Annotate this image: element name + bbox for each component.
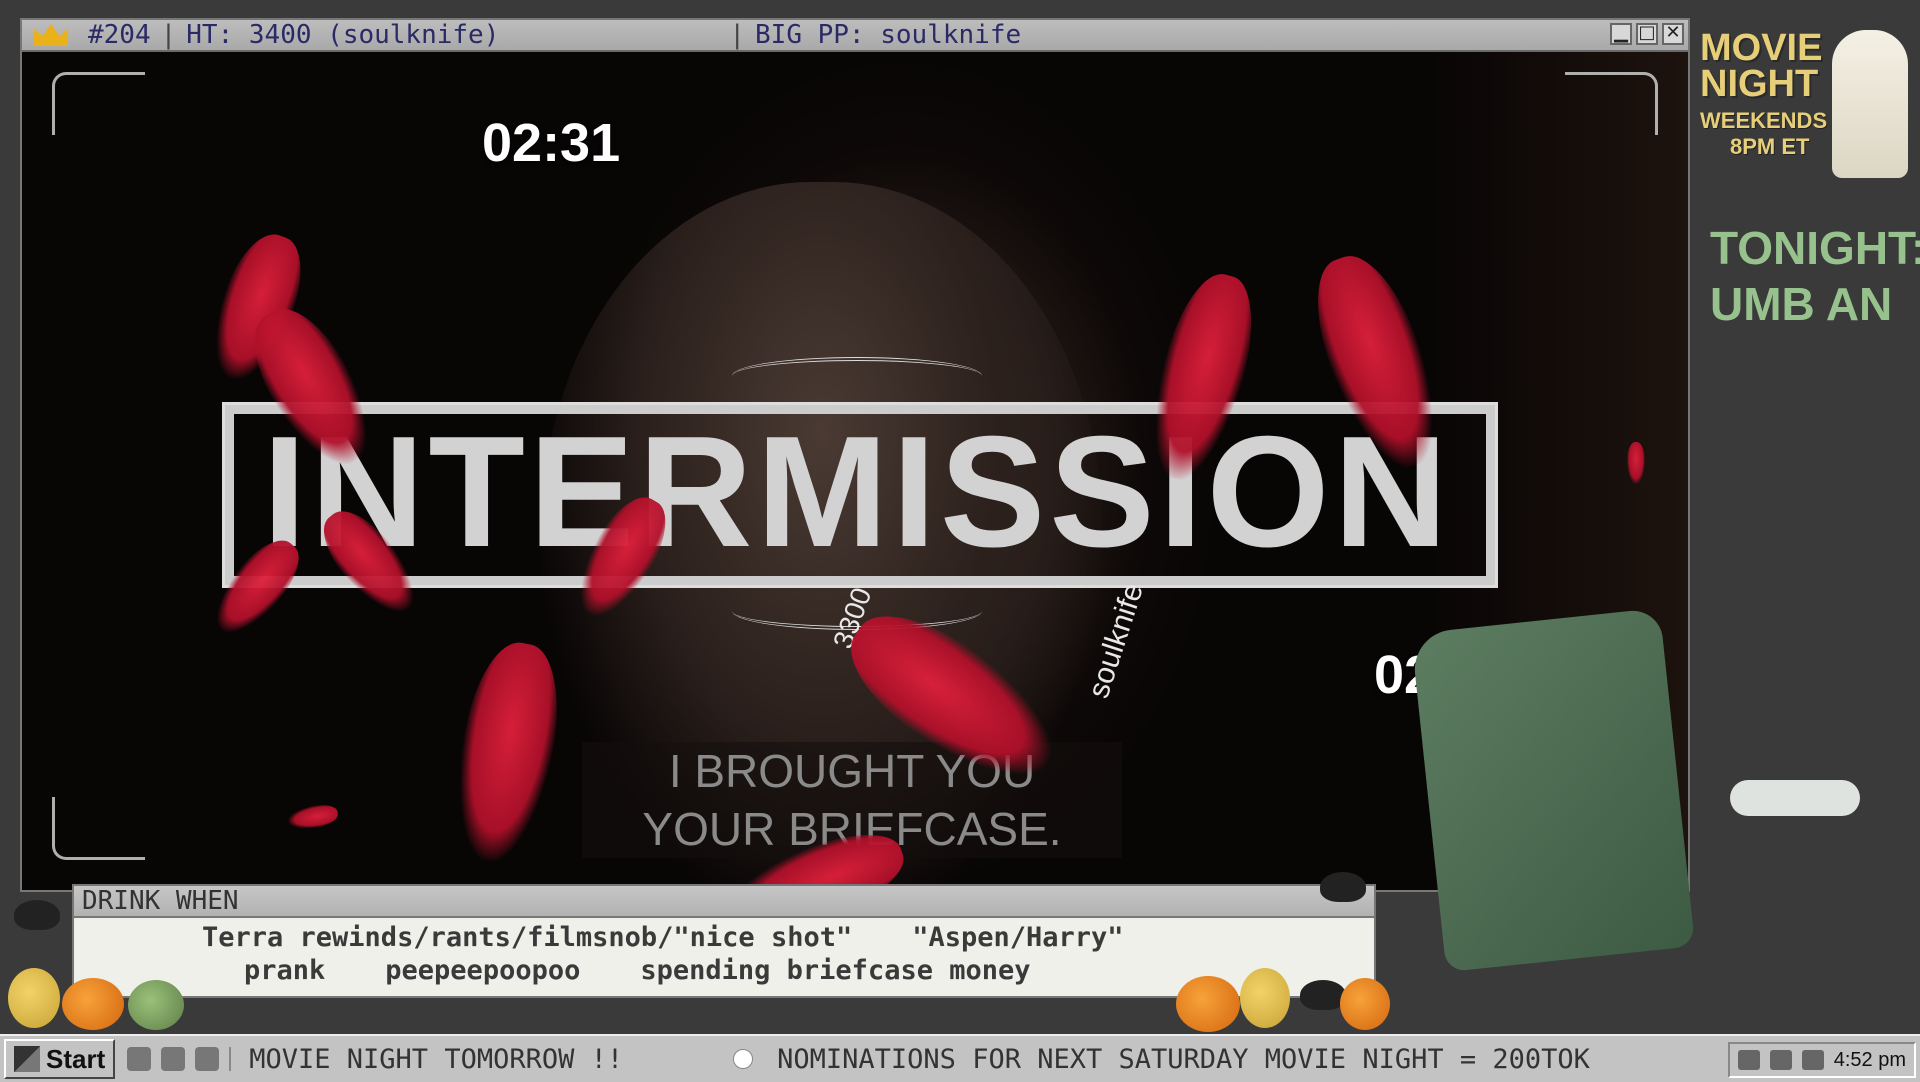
pumpkin-decoration (1340, 978, 1390, 1030)
crow-decoration (1320, 872, 1366, 902)
tonight-movie: UMB AN (1710, 278, 1893, 330)
announcement-ticker: MOVIE NIGHT TOMORROW !! NOMINATIONS FOR … (249, 1044, 1590, 1075)
lobster-sticker (443, 635, 571, 869)
window-controls: ▁ □ ✕ (1610, 23, 1684, 45)
network-icon[interactable] (1737, 1050, 1760, 1070)
banner-ornament-top (732, 357, 982, 395)
pumpkin-decoration (8, 968, 60, 1028)
desktop-icon[interactable] (127, 1047, 152, 1071)
ticker-bullet-icon (733, 1049, 754, 1069)
jack-o-lantern-decoration (1176, 976, 1240, 1032)
system-tray: 4:52 pm (1727, 1042, 1916, 1078)
lobster-sticker (1627, 442, 1645, 484)
drink-rules-row-2: prank peepeepoopoo spending briefcase mo… (74, 955, 1374, 986)
drink-rule: "Aspen/Harry" (912, 922, 1124, 953)
popcorn-mascot-icon (1832, 30, 1908, 178)
movie-night-logo: MOVIE NIGHT WEEKENDS 8PM ET (1700, 29, 1920, 190)
folder-icon[interactable] (161, 1047, 186, 1071)
corner-ornament-bottom-left (52, 797, 145, 860)
title-separator: | (160, 20, 177, 50)
rank-label: #204 (88, 20, 151, 50)
big-pp-label: BIG PP: soulknife (755, 20, 1022, 50)
corner-ornament-top-left (52, 72, 145, 135)
drink-when-title: DRINK WHEN (74, 886, 1374, 918)
volume-icon[interactable] (1769, 1050, 1792, 1070)
taskbar: Start MOVIE NIGHT TOMORROW !! NOMINATION… (0, 1034, 1920, 1082)
drink-rule: spending briefcase money (640, 955, 1031, 986)
pumpkin-decoration (128, 980, 184, 1030)
close-button[interactable]: ✕ (1662, 23, 1684, 45)
crown-icon (34, 24, 68, 46)
webcam-feed (1390, 580, 1920, 1030)
drink-rules-row-1: Terra rewinds/rants/filmsnob/"nice shot"… (74, 922, 1374, 953)
minimize-button[interactable]: ▁ (1610, 23, 1632, 45)
pumpkin-decoration (1240, 968, 1290, 1028)
drink-rule: prank (244, 955, 326, 986)
clock: 4:52 pm (1833, 1048, 1906, 1071)
drink-rule: peepeepoopoo (385, 955, 581, 986)
drink-when-panel: DRINK WHEN Terra rewinds/rants/filmsnob/… (72, 884, 1376, 998)
intermission-timer-top: 02:31 (482, 113, 621, 173)
title-bar: #204 | HT: 3400 (soulknife) | BIG PP: so… (22, 20, 1688, 52)
title-separator-2: | (729, 20, 746, 50)
display-icon[interactable] (1801, 1050, 1824, 1070)
quick-launch (127, 1047, 232, 1071)
drink-rule: Terra rewinds/rants/filmsnob/"nice shot" (202, 922, 853, 953)
ticker-message-2: NOMINATIONS FOR NEXT SATURDAY MOVIE NIGH… (777, 1043, 1590, 1075)
hype-train-label: HT: 3400 (soulknife) (186, 20, 500, 50)
gaming-chair (1410, 607, 1696, 973)
tonight-panel: TONIGHT: UMB AN (1710, 220, 1920, 332)
pumpkin-decoration (62, 978, 124, 1030)
tonight-label: TONIGHT: (1710, 222, 1920, 274)
intermission-banner: INTERMISSION (262, 404, 1452, 580)
ticker-message-1: MOVIE NIGHT TOMORROW !! (249, 1043, 624, 1075)
browser-icon[interactable] (195, 1047, 220, 1071)
lobster-sticker (286, 801, 340, 833)
start-button[interactable]: Start (4, 1039, 116, 1079)
chair-armrest (1730, 780, 1860, 816)
corner-ornament-top-right (1565, 72, 1658, 135)
start-logo-icon (14, 1046, 40, 1072)
start-label: Start (46, 1044, 106, 1074)
maximize-button[interactable]: □ (1636, 23, 1658, 45)
crow-decoration (14, 900, 60, 930)
